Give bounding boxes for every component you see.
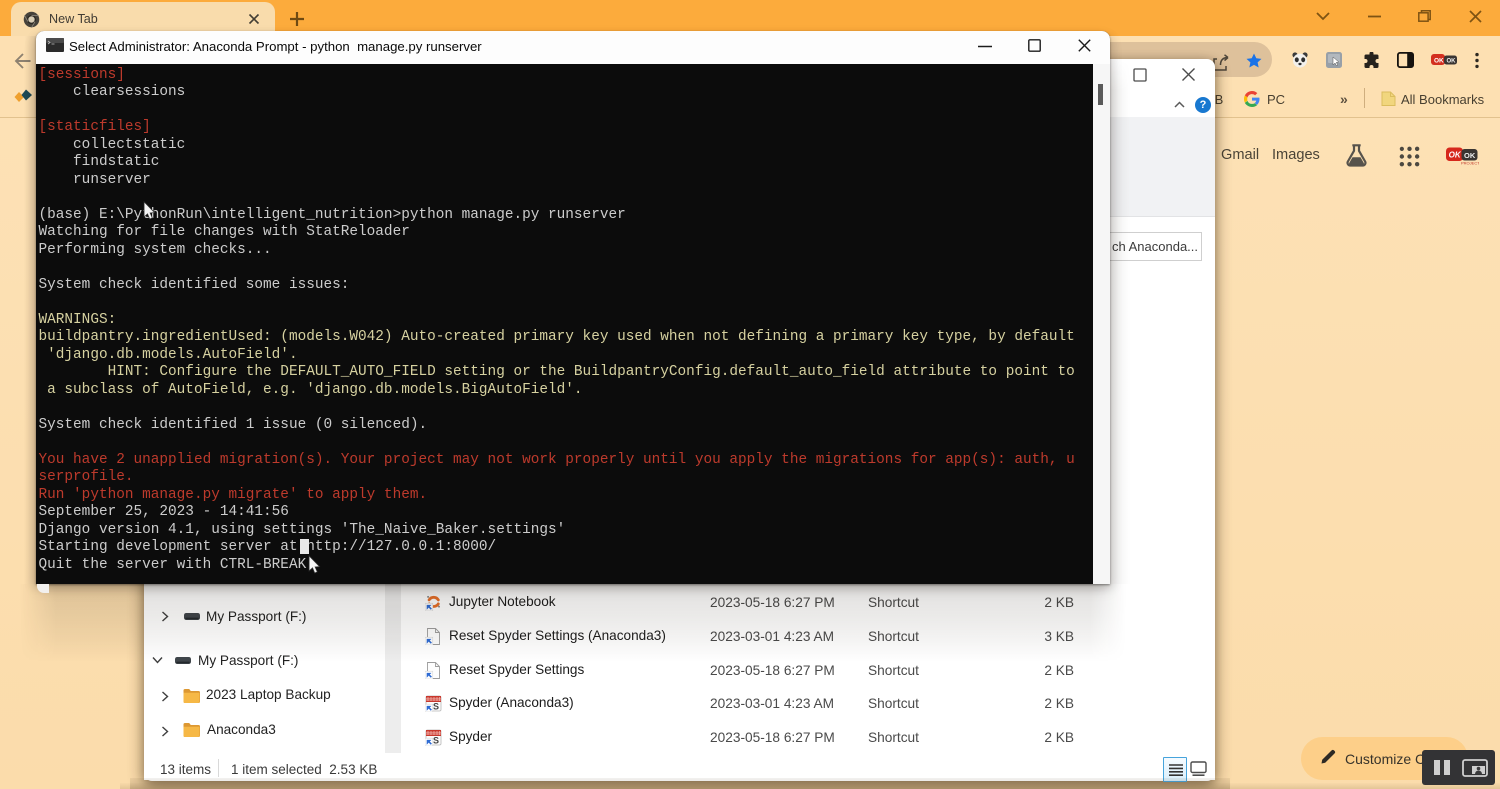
svg-text:S: S [433, 736, 439, 746]
svg-text:OK: OK [1447, 59, 1457, 65]
svg-text:OK: OK [1449, 151, 1462, 160]
svg-text:S: S [433, 702, 439, 712]
svg-text:OK: OK [1434, 57, 1444, 64]
svg-text:PROJECTS: PROJECTS [1461, 161, 1479, 165]
svg-text:OK: OK [1464, 151, 1476, 160]
